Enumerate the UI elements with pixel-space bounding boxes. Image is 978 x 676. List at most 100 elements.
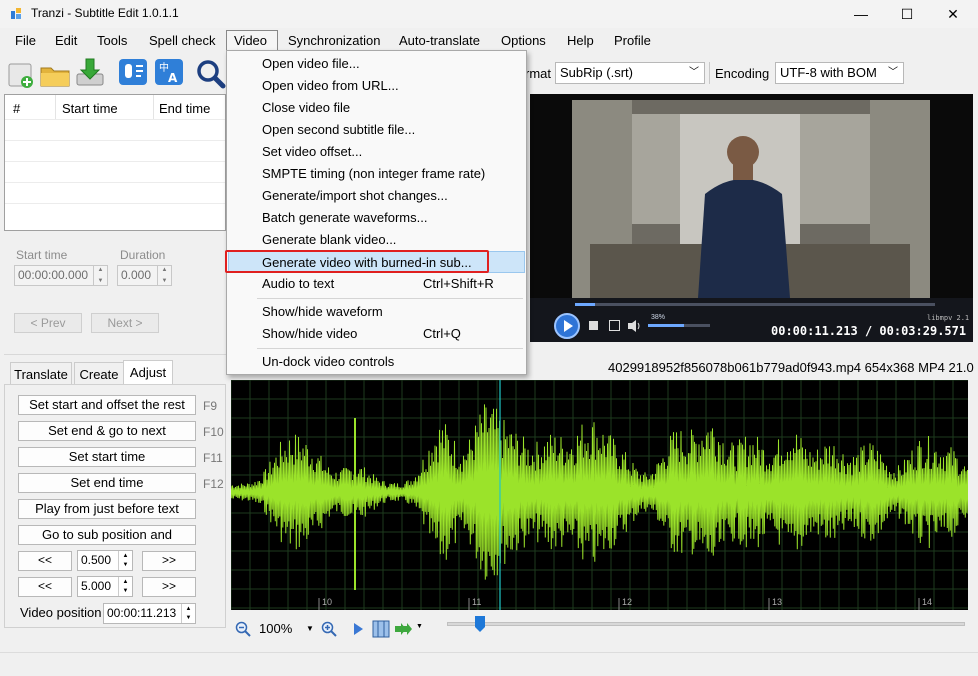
menu-item-open-video-file[interactable]: Open video file... <box>228 53 525 75</box>
column-header-end-time[interactable]: End time <box>159 101 210 116</box>
step-forward-button[interactable]: >> <box>142 551 196 571</box>
zoom-out-icon[interactable] <box>235 621 251 637</box>
subtitle-list[interactable]: # Start time End time <box>4 94 226 231</box>
tab-create[interactable]: Create <box>74 362 124 385</box>
menu-item-shortcut: Ctrl+Shift+R <box>423 276 494 291</box>
video-position-field[interactable]: 00:00:11.213 ▲ ▼ <box>103 603 196 624</box>
volume-icon[interactable] <box>627 319 643 333</box>
step-forward-large-button[interactable]: >> <box>142 577 196 597</box>
new-file-icon[interactable] <box>5 58 37 90</box>
menu-tools[interactable]: Tools <box>97 34 127 54</box>
column-header-start-time[interactable]: Start time <box>62 101 118 116</box>
video-position-spinner[interactable]: ▲ ▼ <box>181 604 195 623</box>
menu-file[interactable]: File <box>15 34 36 54</box>
slider-thumb[interactable] <box>474 615 486 633</box>
column-divider <box>153 95 154 119</box>
step-large-field[interactable]: 5.000 ▲ ▼ <box>77 576 133 597</box>
set-end-time-button[interactable]: Set end time <box>18 473 196 493</box>
speech-icon[interactable] <box>117 56 149 88</box>
step-small-field[interactable]: 0.500 ▲ ▼ <box>77 550 133 571</box>
row-divider <box>5 161 225 162</box>
duration-field[interactable]: 0.000 ▲ ▼ <box>117 265 172 286</box>
close-button[interactable]: ✕ <box>930 0 976 28</box>
set-end-go-next-button[interactable]: Set end & go to next <box>18 421 196 441</box>
menu-item-audio-to-text[interactable]: Audio to text Ctrl+Shift+R <box>228 273 525 295</box>
timeline-tick-label: 12 <box>622 597 633 607</box>
set-start-time-button[interactable]: Set start time <box>18 447 196 467</box>
waveform-position-slider[interactable] <box>447 622 965 626</box>
menu-profile[interactable]: Profile <box>614 34 651 54</box>
menu-item-set-video-offset[interactable]: Set video offset... <box>228 141 525 163</box>
row-divider <box>5 182 225 183</box>
shortcut-f9: F9 <box>203 399 218 413</box>
menu-item-toggle-video[interactable]: Show/hide video Ctrl+Q <box>228 323 525 345</box>
minimize-button[interactable]: — <box>838 0 884 28</box>
step-small-spinner[interactable]: ▲ ▼ <box>118 551 132 570</box>
time-separator: / <box>864 324 873 338</box>
shortcut-f10: F10 <box>203 425 224 439</box>
encoding-dropdown[interactable]: UTF-8 with BOM ﹀ <box>775 62 904 84</box>
next-button[interactable]: Next > <box>91 313 159 333</box>
menu-item-undock-controls[interactable]: Un-dock video controls <box>228 351 525 373</box>
step-large-spinner[interactable]: ▲ ▼ <box>118 577 132 596</box>
video-menu-dropdown: Open video file... Open video from URL..… <box>226 50 527 375</box>
stop-icon[interactable] <box>589 321 598 330</box>
volume-percent: 38% <box>651 314 666 321</box>
fullscreen-icon[interactable] <box>609 320 620 331</box>
maximize-button[interactable]: ☐ <box>884 0 930 28</box>
menu-item-toggle-waveform[interactable]: Show/hide waveform <box>228 301 525 323</box>
column-header-number[interactable]: # <box>13 101 20 116</box>
chevron-down-icon[interactable]: ▼ <box>416 623 423 630</box>
video-position-label: Video position <box>20 605 102 620</box>
title-bar: Tranzi - Subtitle Edit 1.0.1.1 — ☐ ✕ <box>0 0 978 28</box>
format-dropdown[interactable]: SubRip (.srt) ﹀ <box>555 62 705 84</box>
menu-item-batch-waveforms[interactable]: Batch generate waveforms... <box>228 207 525 229</box>
menu-item-label: Open video from URL... <box>262 78 399 93</box>
step-back-large-button[interactable]: << <box>18 577 72 597</box>
start-time-spinner[interactable]: ▲ ▼ <box>93 265 107 286</box>
zoom-in-icon[interactable] <box>321 621 337 637</box>
play-before-text-button[interactable]: Play from just before text <box>18 499 196 519</box>
menu-help[interactable]: Help <box>567 34 594 54</box>
chevron-down-icon: ﹀ <box>888 67 898 78</box>
menu-item-blank-video[interactable]: Generate blank video... <box>228 229 525 251</box>
menu-item-label: Set video offset... <box>262 144 363 159</box>
tab-adjust[interactable]: Adjust <box>123 360 173 385</box>
menu-item-shot-changes[interactable]: Generate/import shot changes... <box>228 185 525 207</box>
download-icon[interactable] <box>74 56 106 88</box>
menu-edit[interactable]: Edit <box>55 34 77 54</box>
grid-view-icon[interactable] <box>372 620 390 638</box>
menu-item-label: Show/hide waveform <box>262 304 383 319</box>
menu-item-label: SMPTE timing (non integer frame rate) <box>262 166 486 181</box>
video-file-info: 4029918952f856078b061b779ad0f943.mp4 654… <box>608 360 974 375</box>
menu-item-open-second-subtitle[interactable]: Open second subtitle file... <box>228 119 525 141</box>
start-time-field[interactable]: 00:00:00.000 ▲ ▼ <box>14 265 108 286</box>
step-back-button[interactable]: << <box>18 551 72 571</box>
set-start-offset-button[interactable]: Set start and offset the rest <box>18 395 196 415</box>
prev-button[interactable]: < Prev <box>14 313 82 333</box>
play-selection-icon[interactable] <box>352 622 364 636</box>
go-to-sub-position-button[interactable]: Go to sub position and <box>18 525 196 545</box>
menu-item-label: Show/hide video <box>262 326 358 341</box>
encoding-value: UTF-8 with BOM <box>780 65 877 80</box>
menu-item-close-video[interactable]: Close video file <box>228 97 525 119</box>
duration-spinner[interactable]: ▲ ▼ <box>157 265 171 286</box>
translate-icon[interactable]: 中A <box>153 56 185 88</box>
menu-item-label: Generate blank video... <box>262 232 397 247</box>
audio-waveform[interactable]: 10 11 12 13 14 <box>230 379 969 610</box>
double-arrow-icon[interactable] <box>394 621 414 637</box>
zoom-dropdown[interactable]: 100% ▼ <box>256 618 316 640</box>
tab-translate[interactable]: Translate <box>10 362 72 385</box>
menu-item-label: Generate/import shot changes... <box>262 188 448 203</box>
search-icon[interactable] <box>195 58 227 90</box>
menu-spell-check[interactable]: Spell check <box>149 34 215 54</box>
video-progress-track[interactable] <box>575 303 935 306</box>
timeline-tick-label: 11 <box>472 597 482 607</box>
step-large-value: 5.000 <box>81 579 112 593</box>
open-folder-icon[interactable] <box>39 58 71 90</box>
volume-level <box>648 324 684 327</box>
menu-item-open-video-url[interactable]: Open video from URL... <box>228 75 525 97</box>
total-time: 00:03:29.571 <box>879 324 967 338</box>
menu-item-smpte-timing[interactable]: SMPTE timing (non integer frame rate) <box>228 163 525 185</box>
play-button[interactable] <box>554 313 580 339</box>
